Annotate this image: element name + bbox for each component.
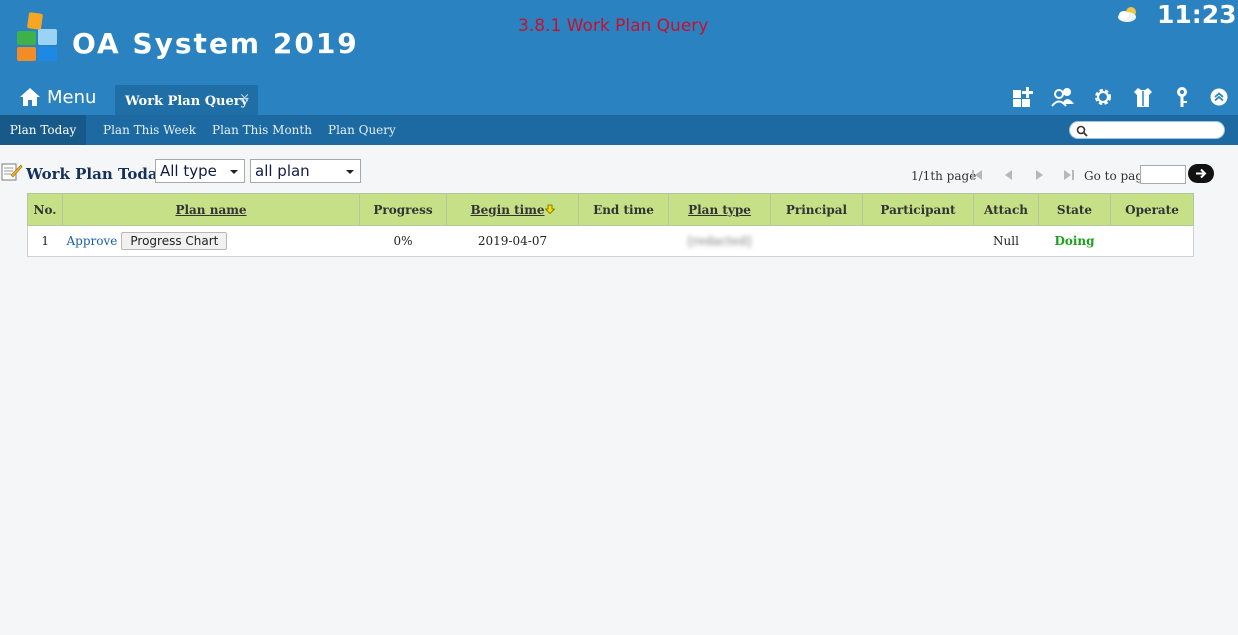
cell-end-time: [578, 225, 669, 257]
prev-page-icon[interactable]: [1002, 168, 1016, 182]
header-toolbar: [1010, 86, 1230, 110]
approve-link[interactable]: Approve: [67, 234, 118, 248]
work-plan-table: No. Plan name Progress Begin time End ti…: [27, 193, 1194, 257]
sort-desc-icon: [544, 204, 555, 214]
weather-icon: [1118, 7, 1136, 22]
cell-principal: [770, 225, 863, 257]
col-header-end-time: End time: [578, 193, 669, 226]
progress-chart-button[interactable]: Progress Chart: [121, 232, 228, 250]
col-header-participant: Participant: [862, 193, 974, 226]
app-title: OA System 2019: [72, 27, 359, 60]
next-page-icon[interactable]: [1032, 168, 1046, 182]
chevron-down-icon: [230, 170, 238, 174]
cell-begin-time: 2019-04-07: [446, 225, 579, 257]
go-button[interactable]: [1188, 164, 1214, 183]
plan-select[interactable]: all plan: [250, 159, 361, 183]
cell-participant: [862, 225, 974, 257]
work-plan-icon: [1, 163, 23, 181]
type-select[interactable]: All type: [155, 159, 245, 183]
sort-plan-name[interactable]: Plan name: [175, 203, 246, 217]
col-header-principal: Principal: [770, 193, 863, 226]
arrow-right-icon: [1196, 168, 1207, 179]
first-page-icon[interactable]: [970, 168, 984, 182]
col-header-begin-time[interactable]: Begin time: [446, 193, 579, 226]
col-header-no: No.: [27, 193, 63, 226]
cell-no: 1: [27, 225, 63, 257]
search-icon[interactable]: [1076, 125, 1088, 137]
type-select-value: All type: [160, 162, 217, 180]
last-page-icon[interactable]: [1062, 168, 1076, 182]
cell-attach: Null: [973, 225, 1039, 257]
status-badge: Doing: [1054, 234, 1095, 248]
pager-info: 1/1th page: [911, 169, 977, 183]
goto-page-input[interactable]: [1140, 165, 1186, 184]
cell-state: Doing: [1038, 225, 1111, 257]
table-row: 1 Approve Progress Chart 0% 2019-04-07 [r…: [27, 225, 1194, 257]
tab-label: Work Plan Query: [125, 94, 249, 109]
tab-close-icon[interactable]: ×: [239, 91, 250, 106]
cell-progress: 0%: [359, 225, 447, 257]
search-input[interactable]: [1092, 123, 1218, 137]
chevron-down-icon: [346, 170, 354, 174]
key-icon[interactable]: [1172, 86, 1192, 108]
subnav-plan-this-week[interactable]: Plan This Week: [103, 115, 196, 145]
sub-navigation: Plan Today Plan This Week Plan This Mont…: [0, 115, 1238, 145]
search-box: [1069, 121, 1225, 139]
top-header: OA System 2019 3.8.1 Work Plan Query 11:…: [0, 0, 1238, 115]
subnav-plan-query[interactable]: Plan Query: [328, 115, 396, 145]
col-header-plan-type[interactable]: Plan type: [668, 193, 771, 226]
sort-plan-type[interactable]: Plan type: [688, 203, 751, 217]
gear-icon[interactable]: [1092, 86, 1114, 108]
col-header-state: State: [1038, 193, 1111, 226]
clock: 11:23: [1157, 0, 1237, 29]
collapse-up-icon[interactable]: [1210, 88, 1228, 106]
table-header-row: No. Plan name Progress Begin time End ti…: [27, 193, 1194, 226]
users-icon[interactable]: [1050, 86, 1076, 108]
col-header-progress: Progress: [359, 193, 447, 226]
plan-type-value: [redacted]: [687, 234, 752, 248]
page-caption: 3.8.1 Work Plan Query: [518, 16, 709, 36]
cell-operate: [1110, 225, 1194, 257]
add-widget-icon[interactable]: [1012, 86, 1034, 108]
col-header-plan-name[interactable]: Plan name: [62, 193, 360, 226]
plan-select-value: all plan: [255, 162, 310, 180]
subnav-plan-today[interactable]: Plan Today: [0, 115, 86, 145]
home-icon: [20, 88, 40, 106]
menu-label: Menu: [47, 86, 97, 108]
col-header-operate: Operate: [1110, 193, 1194, 226]
shirt-icon[interactable]: [1132, 86, 1154, 108]
menu-button[interactable]: Menu: [19, 84, 96, 110]
col-header-attach: Attach: [973, 193, 1039, 226]
cell-plan-name: Approve Progress Chart: [62, 225, 360, 257]
page-heading: Work Plan Today: [26, 165, 167, 183]
tab-work-plan-query[interactable]: Work Plan Query ×: [115, 85, 258, 115]
sort-begin-time[interactable]: Begin time: [470, 203, 544, 217]
cell-plan-type: [redacted]: [668, 225, 771, 257]
app-logo-icon: [17, 12, 57, 61]
subnav-plan-this-month[interactable]: Plan This Month: [212, 115, 312, 145]
